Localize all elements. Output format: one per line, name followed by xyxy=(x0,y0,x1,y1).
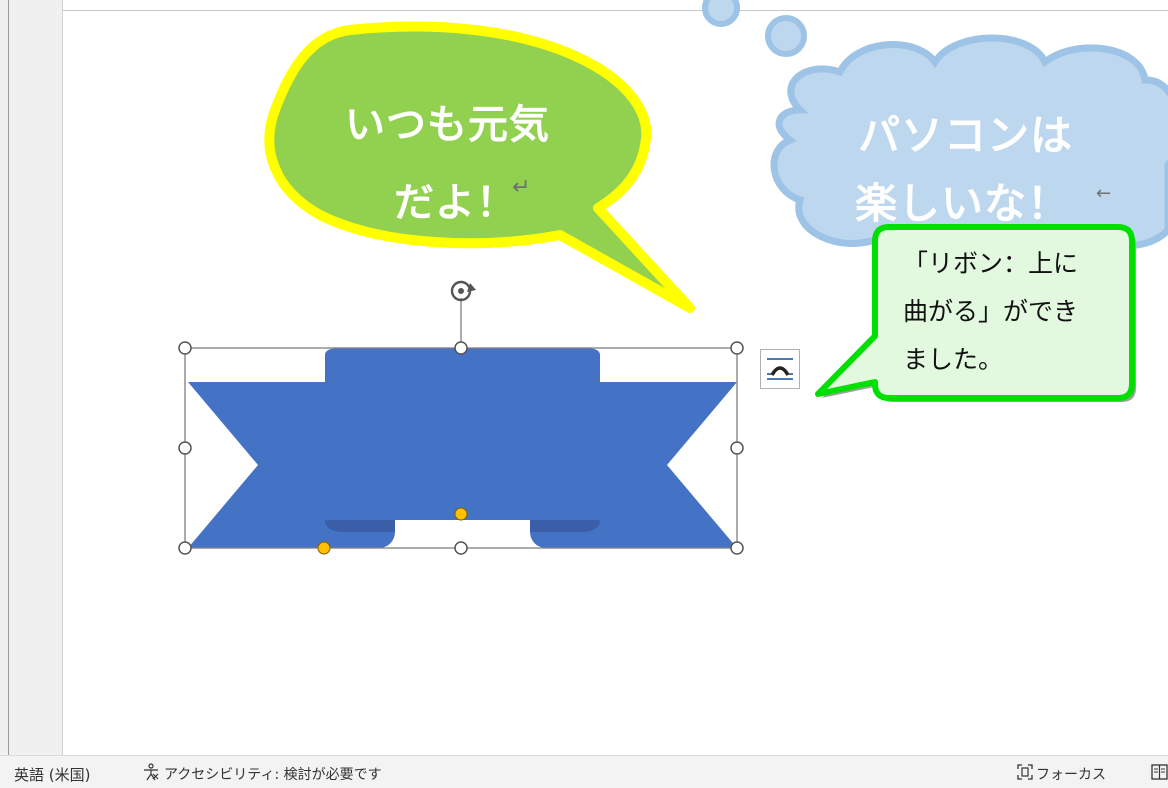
cloud-line-1: パソコンは xyxy=(858,111,1074,160)
cloud-paragraph-mark: ← xyxy=(1096,183,1112,204)
green-bubble-line-2: だよ！ xyxy=(394,180,517,226)
ribbon-right-shadow xyxy=(530,520,600,532)
language-status[interactable]: 英語 (米国) xyxy=(14,764,90,785)
status-bar: 英語 (米国) アクセシビリティ: 検討が必要です フォーカス xyxy=(0,755,1168,788)
accessibility-status[interactable]: アクセシビリティ: 検討が必要です xyxy=(164,764,382,784)
layout-options-button[interactable] xyxy=(760,349,800,389)
accessibility-icon xyxy=(144,763,159,781)
green-speech-bubble-shape[interactable] xyxy=(264,21,695,313)
rotate-handle-icon[interactable] xyxy=(450,280,476,302)
read-mode-icon[interactable] xyxy=(1151,763,1168,781)
focus-button[interactable]: フォーカス xyxy=(1036,764,1106,784)
callout-line-2: 曲がる」ができ xyxy=(903,297,1079,326)
callout-line-1: 「リボン：上に xyxy=(903,249,1079,278)
callout-line-3: ました。 xyxy=(903,345,1004,374)
layout-options-icon xyxy=(767,358,793,380)
ribbon-center-band xyxy=(325,348,600,520)
ribbon-left-shadow xyxy=(325,520,395,532)
cloud-line-2: 楽しいな！ xyxy=(855,179,1071,228)
paragraph-mark: ↵ xyxy=(512,175,531,200)
green-bubble-line-1: いつも元気 xyxy=(345,102,550,148)
focus-icon xyxy=(1017,764,1033,780)
